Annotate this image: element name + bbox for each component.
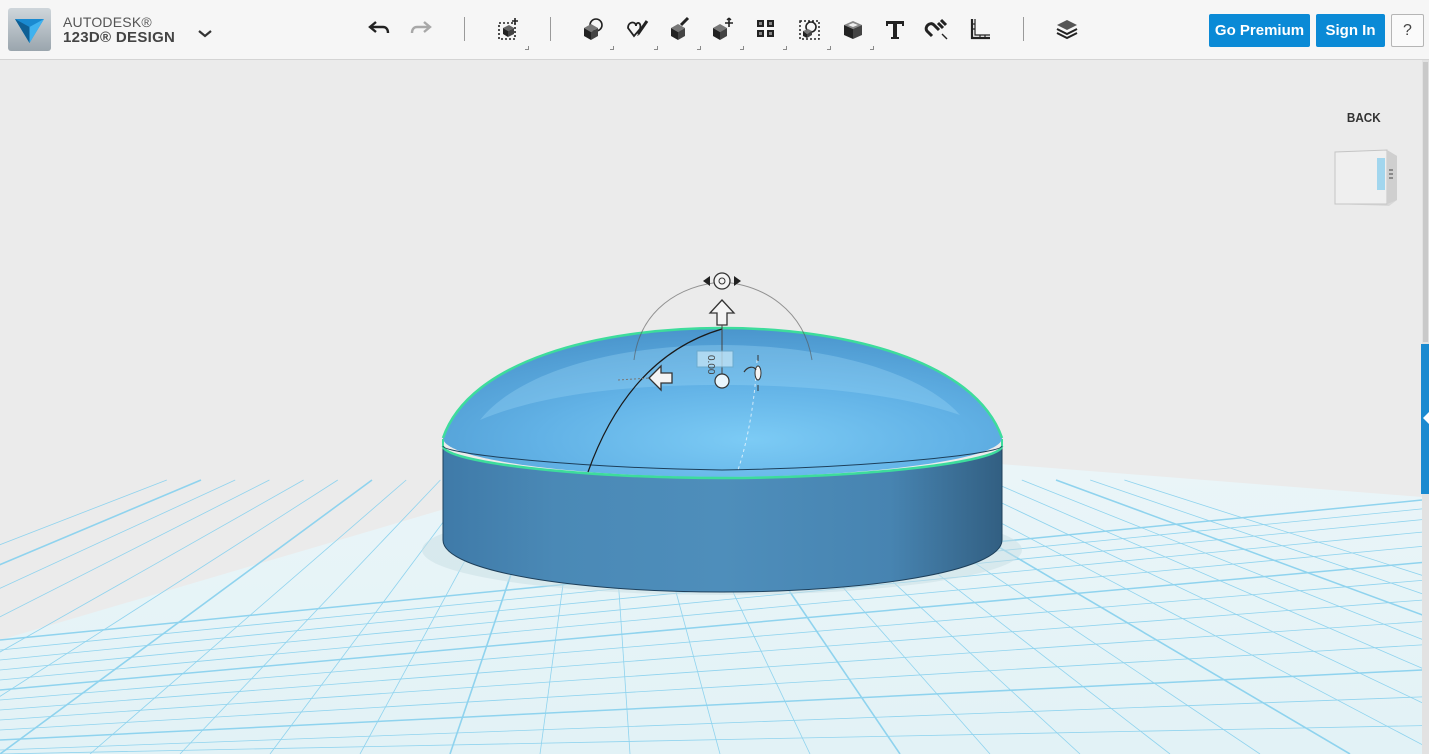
sketch-icon (627, 20, 649, 38)
primitives-button[interactable] (576, 12, 614, 50)
combine-icon (844, 21, 862, 39)
transform-icon (498, 18, 518, 40)
brand-product: 123D® DESIGN (63, 29, 176, 46)
undo-button[interactable] (362, 12, 396, 46)
app-menu-chevron-down-icon[interactable] (194, 22, 216, 44)
construct-icon (671, 16, 690, 40)
top-toolbar: AUTODESK® 123D® DESIGN Go Premium Sign I… (0, 0, 1429, 60)
viewcube-face-label[interactable]: BACK (1347, 110, 1381, 125)
redo-button[interactable] (404, 12, 438, 46)
grouping-icon (799, 20, 820, 40)
dimension-value: 0.00 (705, 355, 716, 375)
modify-icon (713, 17, 733, 40)
material-icon (1056, 20, 1078, 40)
undo-icon (368, 21, 390, 34)
app-logo[interactable] (8, 8, 51, 51)
toolbar-divider (1023, 17, 1024, 41)
sketch-button[interactable] (620, 12, 658, 50)
primitives-icon (584, 18, 603, 40)
pattern-icon (757, 20, 774, 37)
chevron-left-icon[interactable] (1423, 412, 1429, 424)
logo-icon (15, 19, 44, 43)
construct-button[interactable] (663, 12, 701, 50)
sign-in-button[interactable]: Sign In (1316, 14, 1385, 47)
pivot-point[interactable] (714, 373, 730, 389)
scene-canvas[interactable]: 0.00 (0, 60, 1422, 754)
transform-button[interactable] (491, 12, 529, 50)
redo-icon (410, 21, 432, 34)
text-icon (886, 21, 904, 39)
pattern-button[interactable] (749, 12, 787, 50)
snap-icon (924, 18, 948, 40)
modify-button[interactable] (706, 12, 744, 50)
snap-button[interactable] (920, 12, 954, 46)
text-tool-button[interactable] (878, 12, 912, 46)
3d-viewport[interactable]: 0.00 BACK (0, 60, 1422, 754)
app-window: AUTODESK® 123D® DESIGN Go Premium Sign I… (0, 0, 1429, 754)
measure-button[interactable] (963, 12, 997, 46)
material-button[interactable] (1050, 12, 1084, 46)
toolbar-divider (550, 17, 551, 41)
go-premium-button[interactable]: Go Premium (1209, 14, 1310, 47)
combine-button[interactable] (836, 12, 874, 50)
viewcube[interactable] (1333, 148, 1399, 206)
grouping-button[interactable] (793, 12, 831, 50)
rotate-handle-icon[interactable] (703, 272, 741, 290)
help-button[interactable]: ? (1391, 14, 1424, 47)
scrollbar-thumb[interactable] (1423, 62, 1428, 342)
brand-company: AUTODESK® (63, 14, 152, 30)
toolbar-divider (464, 17, 465, 41)
measure-icon (970, 19, 990, 40)
